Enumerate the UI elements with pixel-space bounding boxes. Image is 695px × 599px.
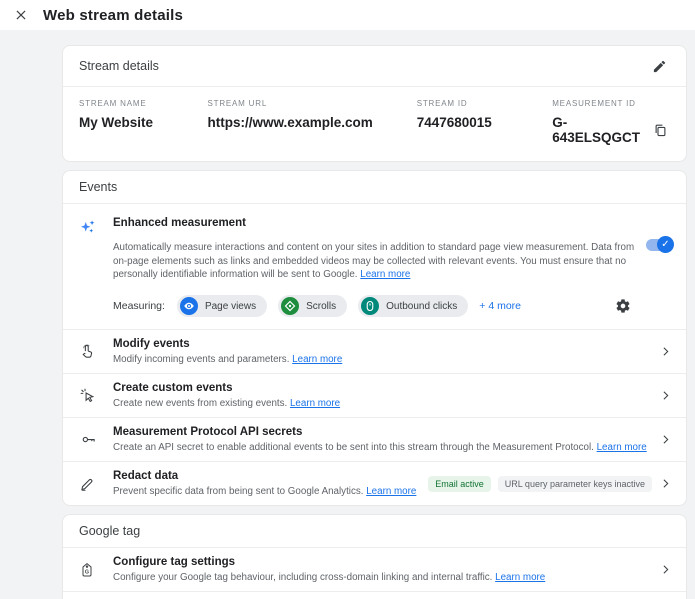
chip-page-views[interactable]: Page views xyxy=(177,295,267,317)
row-configure-tag-settings[interactable]: G Configure tag settings Configure your … xyxy=(63,548,686,592)
sparkles-icon xyxy=(79,224,98,241)
row-description: Prevent specific data from being sent to… xyxy=(113,486,428,497)
row-redact-data[interactable]: Redact data Prevent specific data from b… xyxy=(63,462,686,505)
stream-id-label: STREAM ID xyxy=(417,99,552,108)
stream-details-title: Stream details xyxy=(79,59,159,73)
row-description-text: Create new events from existing events. xyxy=(113,398,287,409)
chip-scrolls-label: Scrolls xyxy=(306,301,336,312)
chevron-right-icon[interactable] xyxy=(654,385,676,407)
google-tag-section-title: Google tag xyxy=(79,524,140,538)
svg-text:G: G xyxy=(85,569,89,575)
row-manage-connected-site-tags[interactable]: Manage connected site tags Load tags for… xyxy=(63,592,686,599)
edit-pencil-icon[interactable] xyxy=(648,55,670,77)
learn-more-link[interactable]: Learn more xyxy=(290,398,340,409)
google-tag-card: Google tag G Configure tag settings Conf… xyxy=(62,514,687,599)
row-description: Modify incoming events and parameters. L… xyxy=(113,354,654,365)
measuring-row: Measuring: Page views Scrolls xyxy=(113,295,638,317)
chip-outbound-clicks[interactable]: Outbound clicks xyxy=(358,295,468,317)
row-title: Redact data xyxy=(113,470,428,482)
row-description: Configure your Google tag behaviour, inc… xyxy=(113,572,654,583)
enhanced-learn-more-link[interactable]: Learn more xyxy=(360,269,410,280)
stream-name-value: My Website xyxy=(79,115,208,130)
row-description-text: Modify incoming events and parameters. xyxy=(113,354,289,365)
touch-icon xyxy=(79,343,113,360)
enhanced-measurement-row: Enhanced measurement Automatically measu… xyxy=(63,204,686,330)
key-icon xyxy=(79,432,113,447)
top-bar: Web stream details xyxy=(0,0,695,30)
row-description: Create an API secret to enable additiona… xyxy=(113,442,654,453)
chevron-right-icon[interactable] xyxy=(654,473,676,495)
row-description: Create new events from existing events. … xyxy=(113,398,654,409)
url-query-inactive-badge: URL query parameter keys inactive xyxy=(498,476,652,492)
row-description-text: Configure your Google tag behaviour, inc… xyxy=(113,572,492,583)
enhanced-measurement-description: Automatically measure interactions and c… xyxy=(113,241,638,282)
measurement-id-field: MEASUREMENT ID G-643ELSQGCT xyxy=(552,99,670,145)
mouse-icon xyxy=(361,297,379,315)
measurement-id-label: MEASUREMENT ID xyxy=(552,99,670,108)
copy-icon[interactable] xyxy=(651,119,670,141)
learn-more-link[interactable]: Learn more xyxy=(597,442,647,453)
google-tag-icon: G xyxy=(79,561,113,579)
stream-url-field: STREAM URL https://www.example.com xyxy=(208,99,417,145)
row-title: Configure tag settings xyxy=(113,556,654,568)
toggle-check-icon: ✓ xyxy=(657,236,674,253)
stream-name-label: STREAM NAME xyxy=(79,99,208,108)
stream-name-field: STREAM NAME My Website xyxy=(79,99,208,145)
stream-details-card: Stream details STREAM NAME My Website ST… xyxy=(62,45,687,162)
learn-more-link[interactable]: Learn more xyxy=(495,572,545,583)
row-description-text: Prevent specific data from being sent to… xyxy=(113,486,364,497)
gear-icon[interactable] xyxy=(612,295,634,317)
close-icon[interactable] xyxy=(11,5,31,25)
chevron-right-icon[interactable] xyxy=(654,341,676,363)
row-description-text: Create an API secret to enable additiona… xyxy=(113,442,594,453)
chevron-right-icon[interactable] xyxy=(654,559,676,581)
enhanced-measurement-toggle[interactable]: ✓ xyxy=(646,239,672,251)
chip-scrolls[interactable]: Scrolls xyxy=(278,295,347,317)
row-title: Modify events xyxy=(113,338,654,350)
stream-url-value: https://www.example.com xyxy=(208,115,417,130)
measurement-id-value: G-643ELSQGCT xyxy=(552,115,642,145)
row-title: Measurement Protocol API secrets xyxy=(113,426,654,438)
row-title: Create custom events xyxy=(113,382,654,394)
row-create-custom-events[interactable]: Create custom events Create new events f… xyxy=(63,374,686,418)
more-chips-link[interactable]: + 4 more xyxy=(479,300,521,312)
stream-id-field: STREAM ID 7447680015 xyxy=(417,99,552,145)
content-area: Stream details STREAM NAME My Website ST… xyxy=(0,30,695,599)
learn-more-link[interactable]: Learn more xyxy=(292,354,342,365)
row-measurement-protocol-api-secrets[interactable]: Measurement Protocol API secrets Create … xyxy=(63,418,686,462)
page-title: Web stream details xyxy=(43,7,183,24)
stream-url-label: STREAM URL xyxy=(208,99,417,108)
enhanced-measurement-title: Enhanced measurement xyxy=(113,217,638,229)
chevron-right-icon[interactable] xyxy=(654,429,676,451)
stream-id-value: 7447680015 xyxy=(417,115,552,130)
redact-pen-icon xyxy=(79,475,113,492)
chip-outbound-clicks-label: Outbound clicks xyxy=(386,301,457,312)
events-section-title: Events xyxy=(79,180,117,194)
chip-page-views-label: Page views xyxy=(205,301,256,312)
email-active-badge: Email active xyxy=(428,476,491,492)
eye-icon xyxy=(180,297,198,315)
magic-cursor-icon xyxy=(79,387,113,404)
scroll-icon xyxy=(281,297,299,315)
learn-more-link[interactable]: Learn more xyxy=(366,486,416,497)
measuring-label: Measuring: xyxy=(113,300,165,312)
row-modify-events[interactable]: Modify events Modify incoming events and… xyxy=(63,330,686,374)
events-card: Events Enhanced measurement Automaticall… xyxy=(62,170,687,506)
